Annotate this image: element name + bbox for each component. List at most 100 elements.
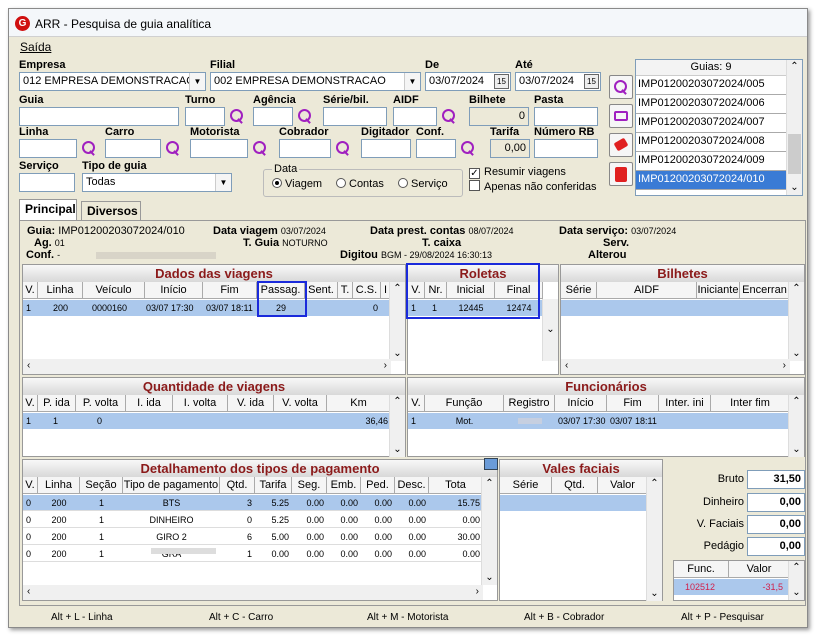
table-row[interactable]: 0 200 1 GIRO 2 6 5.00 0.00 0.00 0.00 0.00 30.00 (23, 529, 483, 545)
scrollbar[interactable]: ⌄ (542, 299, 558, 361)
apenas-checkbox[interactable]: Apenas não conferidas (469, 180, 597, 193)
cell: 1 (98, 549, 104, 559)
search-icon[interactable] (460, 140, 476, 156)
chevron-up-icon[interactable]: ⌃ (390, 282, 405, 296)
chevron-right-icon[interactable]: › (384, 360, 387, 371)
de-date-field[interactable]: 03/07/2024 15 (425, 72, 511, 91)
numero-rb-field[interactable] (534, 139, 598, 158)
tab-principal[interactable]: Principal (19, 199, 77, 220)
scrollbar[interactable]: ⌃ ⌄ (389, 395, 405, 457)
clear-button[interactable] (609, 133, 633, 157)
chevron-down-icon[interactable]: ⌄ (789, 347, 804, 361)
scrollbar[interactable]: ⌃ ⌄ (389, 282, 405, 361)
chevron-up-icon[interactable]: ⌃ (390, 395, 405, 409)
resumir-checkbox[interactable]: ✓ Resumir viagens (469, 166, 566, 179)
linha-field[interactable] (19, 139, 77, 158)
search-icon[interactable] (252, 140, 268, 156)
chevron-down-icon[interactable]: ⌄ (390, 347, 405, 361)
chevron-down-icon[interactable]: ⌄ (543, 323, 558, 337)
chevron-down-icon[interactable]: ⌄ (647, 587, 662, 601)
horizontal-scrollbar[interactable]: ‹ › (23, 359, 391, 374)
cell: 200 (51, 549, 67, 559)
calendar-icon[interactable]: 15 (494, 74, 509, 89)
guias-list[interactable]: Guias: 9 IMP01200203072024/005 IMP012002… (635, 59, 803, 196)
chevron-down-icon[interactable]: ⌄ (390, 443, 405, 457)
chevron-down-icon[interactable]: ⌄ (482, 571, 497, 585)
table-row[interactable]: 0 200 1 BTS 3 5.25 0.00 0.00 0.00 0.00 15.75 (23, 495, 483, 511)
radio-contas[interactable]: Contas (336, 178, 384, 190)
filial-select[interactable]: 002 EMPRESA DEMONSTRACAO ▼ (210, 72, 421, 91)
chevron-down-icon[interactable]: ▼ (189, 73, 205, 90)
chevron-down-icon[interactable]: ⌄ (787, 181, 802, 195)
list-item-selected[interactable]: IMP01200203072024/010 (636, 171, 786, 190)
list-item[interactable]: IMP01200203072024/008 (636, 133, 786, 152)
delete-button[interactable] (609, 162, 633, 186)
table-row[interactable]: 0 200 1 DINHEIRO 0 5.25 0.00 0.00 0.00 0.00 0.00 (23, 512, 483, 528)
scrollbar[interactable]: ⌃ ⌄ (788, 395, 804, 457)
table-row[interactable]: 1 1 0 36,46 (23, 413, 391, 429)
list-item[interactable]: IMP01200203072024/007 (636, 114, 786, 133)
chevron-up-icon[interactable]: ⌃ (789, 561, 804, 575)
print-button[interactable] (609, 104, 633, 128)
carro-field[interactable] (105, 139, 161, 158)
scrollbar[interactable]: ⌃ ⌄ (786, 60, 802, 195)
chevron-right-icon[interactable]: › (783, 360, 786, 371)
chevron-left-icon[interactable]: ‹ (565, 360, 568, 371)
table-row[interactable]: 102512 -31,5 (674, 579, 790, 595)
list-item[interactable]: IMP01200203072024/005 (636, 76, 786, 95)
radio-servico[interactable]: Serviço (398, 178, 448, 190)
search-icon[interactable] (297, 108, 313, 124)
chevron-left-icon[interactable]: ‹ (27, 360, 30, 371)
chevron-down-icon[interactable]: ▼ (215, 174, 231, 191)
scrollbar[interactable]: ⌃ ⌄ (481, 477, 497, 585)
chevron-right-icon[interactable]: › (476, 586, 479, 597)
turno-field[interactable] (185, 107, 225, 126)
guia-field[interactable] (19, 107, 179, 126)
pasta-field[interactable] (534, 107, 598, 126)
tab-diversos[interactable]: Diversos (81, 201, 141, 220)
list-item[interactable]: IMP01200203072024/006 (636, 95, 786, 114)
radio-viagem[interactable]: Viagem (272, 178, 322, 190)
digitador-field[interactable] (361, 139, 411, 158)
window-icon[interactable] (484, 458, 498, 470)
table-row[interactable] (561, 300, 790, 316)
search-icon[interactable] (441, 108, 457, 124)
horizontal-scrollbar[interactable]: ‹ › (23, 585, 483, 600)
menu-saida[interactable]: Saída (20, 40, 51, 54)
aidf-field[interactable] (393, 107, 437, 126)
scroll-thumb[interactable] (788, 134, 801, 174)
scrollbar[interactable]: ⌃ ⌄ (788, 282, 804, 361)
table-row[interactable]: 0 200 1 GRA 1 0.00 0.00 0.00 0.00 0.00 0.00 (23, 546, 483, 562)
list-item[interactable]: IMP01200203072024/009 (636, 152, 786, 171)
tipo-guia-select[interactable]: Todas ▼ (82, 173, 232, 192)
scrollbar[interactable]: ⌃ ⌄ (788, 561, 804, 600)
table-row[interactable]: 1 Mot. 03/07 17:30 03/07 18:11 (408, 413, 790, 429)
empresa-select[interactable]: 012 EMPRESA DEMONSTRACAO ▼ (19, 72, 206, 91)
table-row[interactable]: 1 200 0000160 03/07 17:30 03/07 18:11 29… (23, 300, 391, 316)
chevron-up-icon[interactable]: ⌃ (789, 395, 804, 409)
chevron-up-icon[interactable]: ⌃ (789, 282, 804, 296)
chevron-down-icon[interactable]: ⌄ (789, 443, 804, 457)
table-row[interactable] (500, 495, 648, 511)
ate-date-field[interactable]: 03/07/2024 15 (515, 72, 601, 91)
search-icon[interactable] (229, 108, 245, 124)
chevron-up-icon[interactable]: ⌃ (482, 477, 497, 491)
cobrador-field[interactable] (279, 139, 331, 158)
serie-field[interactable] (323, 107, 387, 126)
chevron-up-icon[interactable]: ⌃ (647, 477, 662, 491)
servico-field[interactable] (19, 173, 75, 192)
agencia-field[interactable] (253, 107, 293, 126)
search-button[interactable] (609, 75, 633, 99)
chevron-down-icon[interactable]: ▼ (404, 73, 420, 90)
search-icon[interactable] (81, 140, 97, 156)
search-icon[interactable] (335, 140, 351, 156)
chevron-up-icon[interactable]: ⌃ (787, 60, 802, 74)
motorista-field[interactable] (190, 139, 248, 158)
chevron-down-icon[interactable]: ⌄ (789, 586, 804, 600)
conf-field[interactable] (416, 139, 456, 158)
calendar-icon[interactable]: 15 (584, 74, 599, 89)
chevron-left-icon[interactable]: ‹ (27, 586, 30, 597)
horizontal-scrollbar[interactable]: ‹ › (561, 359, 790, 374)
search-icon[interactable] (165, 140, 181, 156)
scrollbar[interactable]: ⌃ ⌄ (646, 477, 662, 601)
